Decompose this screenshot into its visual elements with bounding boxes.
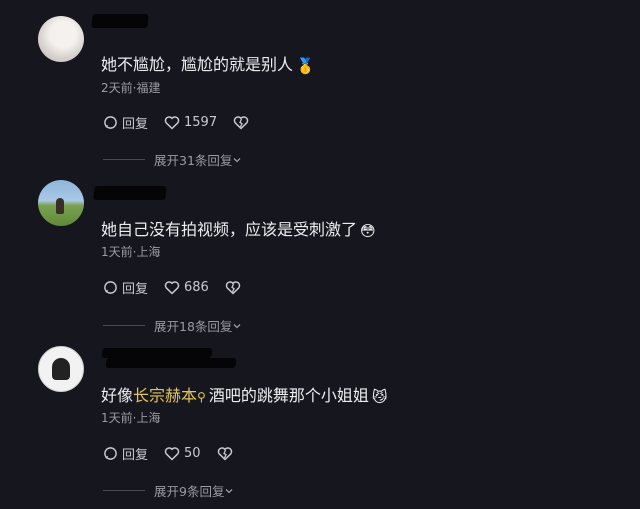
avatar[interactable] [38,346,84,392]
heart-icon [164,447,180,461]
reply-button[interactable]: 回复 [103,113,148,132]
medal-emoji: 🥇 [296,57,315,75]
comment-text: 她不尴尬，尴尬的就是别人 🥇 [101,55,315,75]
comment-meta: 1天前·上海 [101,245,161,259]
comment-bubble-icon [104,447,117,460]
comment-bubble-icon [104,116,117,129]
like-button[interactable]: 50 [164,446,201,461]
like-button[interactable]: 1597 [164,115,217,130]
search-link[interactable]: 长宗赫本 [133,386,197,405]
comment-text: 好像长宗赫本⚲ 酒吧的跳舞那个小姐姐 😼 [101,386,388,406]
like-count: 50 [184,446,201,461]
comment-actions: 回复 1597 [103,113,269,132]
expand-replies-button[interactable]: 展开31条回复 [103,150,242,169]
like-count: 1597 [184,115,218,130]
heart-icon [164,281,180,295]
cat-emoji: 😼 [371,388,388,406]
chevron-down-icon [233,157,241,162]
dislike-button[interactable] [233,115,253,130]
divider [103,325,145,326]
comment-text: 她自己没有拍视频，应该是受刺激了 😳 [101,220,376,240]
redacted-username [105,358,237,368]
redacted-username [93,186,167,200]
broken-heart-icon [233,116,249,130]
like-button[interactable]: 686 [164,280,209,295]
reply-button[interactable]: 回复 [103,444,148,463]
avatar[interactable] [38,16,84,62]
dislike-button[interactable] [225,280,245,295]
heart-icon [164,116,180,130]
chevron-down-icon [225,488,233,493]
comment-actions: 回复 686 [103,278,261,297]
redacted-username [91,14,149,28]
avatar[interactable] [38,180,84,226]
avatar-figure [56,198,64,214]
divider [103,490,145,491]
reply-button[interactable]: 回复 [103,278,148,297]
search-icon[interactable]: ⚲ [197,390,206,404]
expand-replies-button[interactable]: 展开9条回复 [103,481,234,500]
like-count: 686 [184,280,209,295]
comment-meta: 1天前·上海 [101,411,161,425]
expand-replies-button[interactable]: 展开18条回复 [103,316,242,335]
comment-bubble-icon [104,281,117,294]
flushed-emoji: 😳 [360,222,376,240]
comment-actions: 回复 50 [103,444,253,463]
chevron-down-icon [233,323,241,328]
avatar-figure [52,358,70,380]
redacted-username [101,348,213,358]
comment-meta: 2天前·福建 [101,81,161,95]
dislike-button[interactable] [217,446,237,461]
broken-heart-icon [217,447,232,461]
divider [103,159,145,160]
broken-heart-icon [225,281,241,295]
